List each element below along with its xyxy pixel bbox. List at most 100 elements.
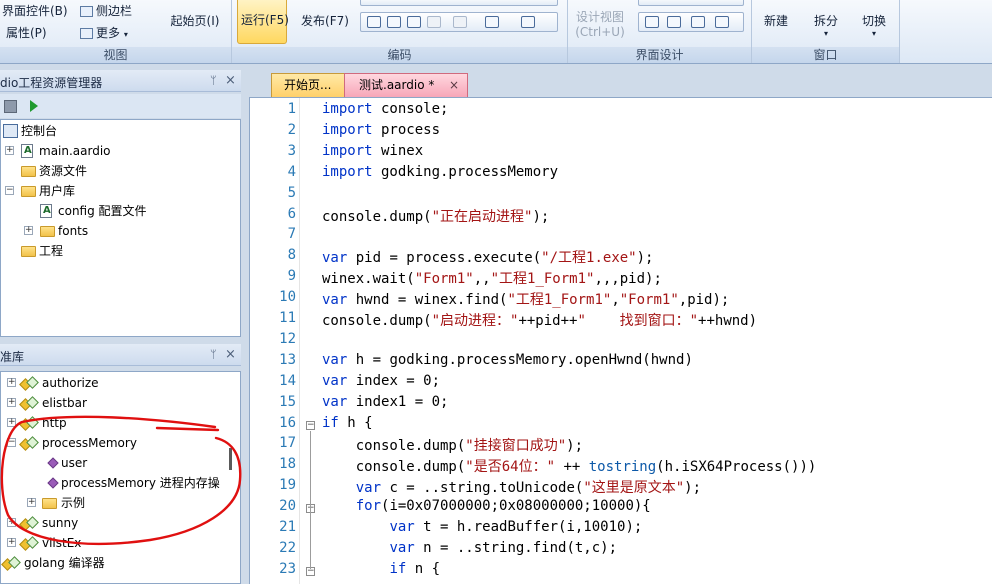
line-number: 20: [279, 498, 296, 515]
properties-button[interactable]: 属性(P): [6, 24, 47, 41]
library-icon: [21, 377, 37, 390]
annotation-stroke: [0, 415, 242, 545]
code-line[interactable]: import godking.processMemory: [322, 164, 558, 180]
switch-button[interactable]: 切换 ▾: [856, 12, 892, 39]
ribbon-group-design-label: 界面设计: [568, 47, 751, 63]
more-button[interactable]: 更多 ▾: [80, 24, 128, 41]
code-line[interactable]: if h {: [322, 415, 373, 431]
code-line[interactable]: var index = 0;: [322, 373, 440, 389]
code-line[interactable]: var index1 = 0;: [322, 394, 448, 410]
close-icon[interactable]: ×: [225, 347, 236, 362]
properties-label: 属性(P): [6, 26, 47, 40]
design-view-label: 设计视图: [575, 10, 624, 24]
code-line[interactable]: var n = ..string.find(t,c);: [322, 540, 617, 556]
new-window-button[interactable]: 新建: [758, 12, 794, 29]
undo-icon[interactable]: [453, 16, 467, 28]
code-line[interactable]: var pid = process.execute("/工程1.exe");: [322, 247, 653, 267]
code-line[interactable]: import winex: [322, 143, 423, 159]
chevron-down-icon: ▾: [123, 30, 128, 39]
code-line[interactable]: console.dump("启动进程："++pid++" 找到窗口："++hwn…: [322, 310, 757, 330]
line-number: 22: [279, 539, 296, 556]
close-icon[interactable]: ×: [449, 74, 459, 96]
run-label: 运行(F5): [241, 13, 289, 27]
close-icon[interactable]: ×: [225, 73, 236, 88]
line-number: 2: [287, 121, 296, 138]
pin-icon[interactable]: ᛘ: [210, 74, 217, 87]
code-line[interactable]: var hwnd = winex.find("工程1_Form1","Form1…: [322, 289, 729, 309]
redirect-icon[interactable]: [387, 16, 401, 28]
ribbon-group-window-label: 窗口: [752, 47, 899, 63]
tab-test-aardio[interactable]: 测试.aardio * ×: [344, 73, 468, 97]
tree-node-label: config 配置文件: [58, 204, 147, 218]
layout-icon[interactable]: [645, 16, 659, 28]
pin-icon[interactable]: [691, 16, 705, 28]
folder-icon: [21, 246, 36, 257]
line-number: 11: [279, 310, 296, 326]
tree-node-label: 资源文件: [39, 164, 88, 178]
more-label: 更多: [96, 26, 121, 40]
expand-icon[interactable]: +: [7, 378, 16, 387]
publish-button[interactable]: 发布(F7): [296, 12, 354, 29]
switch-label: 切换: [861, 14, 886, 28]
code-editor[interactable]: 1 2 3 4 5 6 7 8 9 10 11 12 13 14 15 16 17 18 19 20 21 22 23 im…: [249, 97, 992, 584]
code-line[interactable]: if n {: [322, 561, 440, 577]
run-button[interactable]: 运行(F5): [237, 0, 289, 44]
editor-tab-bar: 开始页... 测试.aardio * ×: [247, 70, 992, 97]
project-panel-toolbar: [0, 94, 241, 118]
sidebar-button[interactable]: 侧边栏: [80, 2, 132, 19]
code-line[interactable]: winex.wait("Form1",,"工程1_Form1",,,pid);: [322, 268, 662, 288]
tree-node-label: authorize: [42, 376, 99, 390]
tree-node-label: 工程: [39, 244, 64, 258]
chevron-down-icon: ▾: [871, 29, 876, 38]
aardio-file-icon: [40, 204, 52, 218]
split-button[interactable]: 拆分 ▾: [808, 12, 844, 39]
line-number: 13: [279, 351, 296, 368]
code-line[interactable]: var h = godking.processMemory.openHwnd(h…: [322, 352, 693, 368]
tree-node-label: fonts: [58, 224, 89, 238]
fold-guide-line: [310, 430, 311, 569]
tree-node-label: 用户库: [39, 184, 76, 198]
ribbon-group-view: 界面控件(B) 侧边栏 属性(P) 更多 ▾ 起始页(I) 视图: [0, 0, 232, 63]
ribbon-group-view-label: 视图: [0, 47, 231, 63]
line-number: 23: [279, 560, 296, 577]
expand-icon[interactable]: +: [24, 226, 33, 235]
line-number: 8: [287, 247, 296, 264]
expand-icon[interactable]: +: [5, 146, 14, 155]
start-page-button[interactable]: 起始页(I): [163, 12, 227, 29]
ribbon: 界面控件(B) 侧边栏 属性(P) 更多 ▾ 起始页(I) 视图 编码 运行(F…: [0, 0, 992, 64]
ribbon-group-coding-label: 编码: [232, 47, 567, 63]
tab-label: 测试.aardio *: [359, 78, 435, 92]
start-page-label: 起始页(I): [170, 14, 220, 28]
code-line[interactable]: console.dump("是否64位：" ++ tostring(h.iSX6…: [322, 456, 817, 476]
split-label: 拆分: [813, 14, 838, 28]
tab-label: 开始页...: [284, 78, 332, 92]
folder-icon: [40, 226, 55, 237]
code-line[interactable]: import process: [322, 122, 440, 138]
line-number: 7: [287, 226, 296, 243]
interface-controls-button[interactable]: 界面控件(B): [2, 2, 68, 19]
uncomment-icon[interactable]: [427, 16, 441, 28]
design-view-shortcut: (Ctrl+U): [575, 25, 625, 39]
collapse-icon[interactable]: −: [5, 186, 14, 195]
code-line[interactable]: var t = h.readBuffer(i,10010);: [322, 519, 642, 535]
pin-icon[interactable]: ᛘ: [210, 348, 217, 361]
play-icon[interactable]: [30, 100, 38, 112]
anchor-icon[interactable]: [715, 16, 729, 28]
tree-node-label: 控制台: [21, 124, 58, 138]
select-icon[interactable]: [367, 16, 381, 28]
line-number: 19: [279, 477, 296, 494]
code-line[interactable]: console.dump("挂接窗口成功");: [322, 435, 583, 455]
code-line[interactable]: console.dump("正在启动进程");: [322, 206, 549, 226]
save-icon[interactable]: [4, 100, 17, 113]
code-line[interactable]: import console;: [322, 101, 448, 117]
find-icon[interactable]: [521, 16, 535, 28]
fold-toggle-icon[interactable]: −: [306, 420, 315, 430]
comment-icon[interactable]: [407, 16, 421, 28]
design-toolbar: [638, 12, 744, 32]
aardio-file-icon: [21, 144, 33, 158]
code-line[interactable]: for(i=0x07000000;0x08000000;10000){: [322, 498, 651, 514]
grid-icon[interactable]: [667, 16, 681, 28]
code-line[interactable]: var c = ..string.toUnicode("这里是原文本");: [322, 477, 701, 497]
publish-label: 发布(F7): [301, 14, 349, 28]
redo-icon[interactable]: [485, 16, 499, 28]
